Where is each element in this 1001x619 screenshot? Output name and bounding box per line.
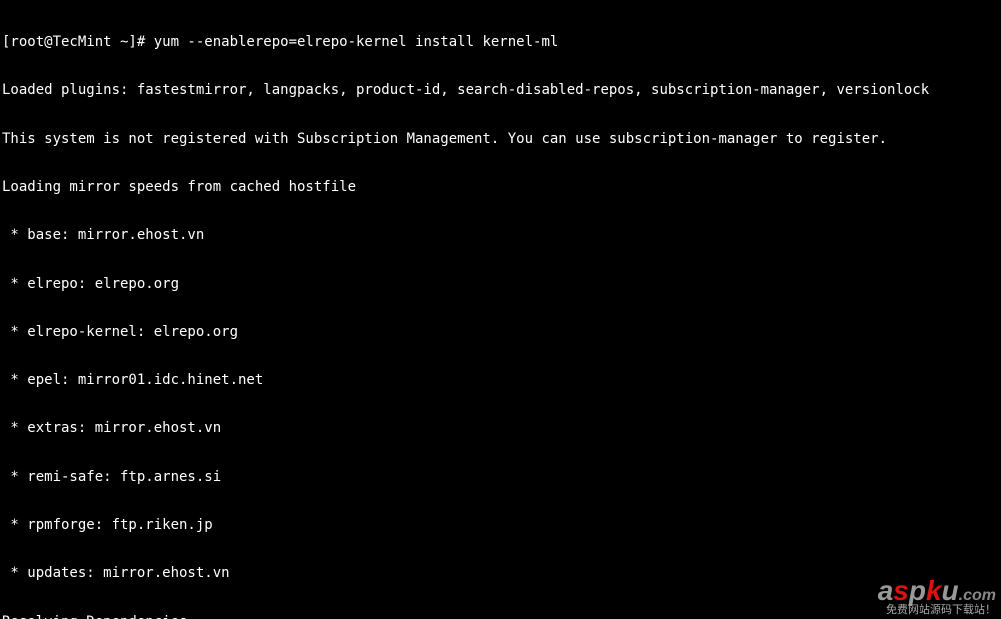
- mirror-line: * base: mirror.ehost.vn: [2, 227, 999, 243]
- brand-tagline: 免费网站源码下载站！: [878, 604, 996, 617]
- output-not-registered: This system is not registered with Subsc…: [2, 131, 999, 147]
- mirror-line: * elrepo: elrepo.org: [2, 276, 999, 292]
- output-loading-mirror: Loading mirror speeds from cached hostfi…: [2, 179, 999, 195]
- mirror-line: * epel: mirror01.idc.hinet.net: [2, 372, 999, 388]
- mirror-line: * rpmforge: ftp.riken.jp: [2, 517, 999, 533]
- brand-text: aspku.com: [878, 575, 996, 607]
- watermark-logo: aspku.com 免费网站源码下载站！: [878, 575, 996, 617]
- prompt-line: [root@TecMint ~]# yum --enablerepo=elrep…: [2, 34, 999, 50]
- mirror-line: * elrepo-kernel: elrepo.org: [2, 324, 999, 340]
- entered-command: yum --enablerepo=elrepo-kernel install k…: [154, 34, 559, 50]
- mirror-line: * updates: mirror.ehost.vn: [2, 565, 999, 581]
- shell-prompt: [root@TecMint ~]#: [2, 34, 154, 50]
- mirror-line: * extras: mirror.ehost.vn: [2, 420, 999, 436]
- output-resolving: Resolving Dependencies: [2, 614, 999, 619]
- output-loaded-plugins: Loaded plugins: fastestmirror, langpacks…: [2, 82, 999, 98]
- mirror-line: * remi-safe: ftp.arnes.si: [2, 469, 999, 485]
- terminal-window[interactable]: [root@TecMint ~]# yum --enablerepo=elrep…: [0, 0, 1001, 619]
